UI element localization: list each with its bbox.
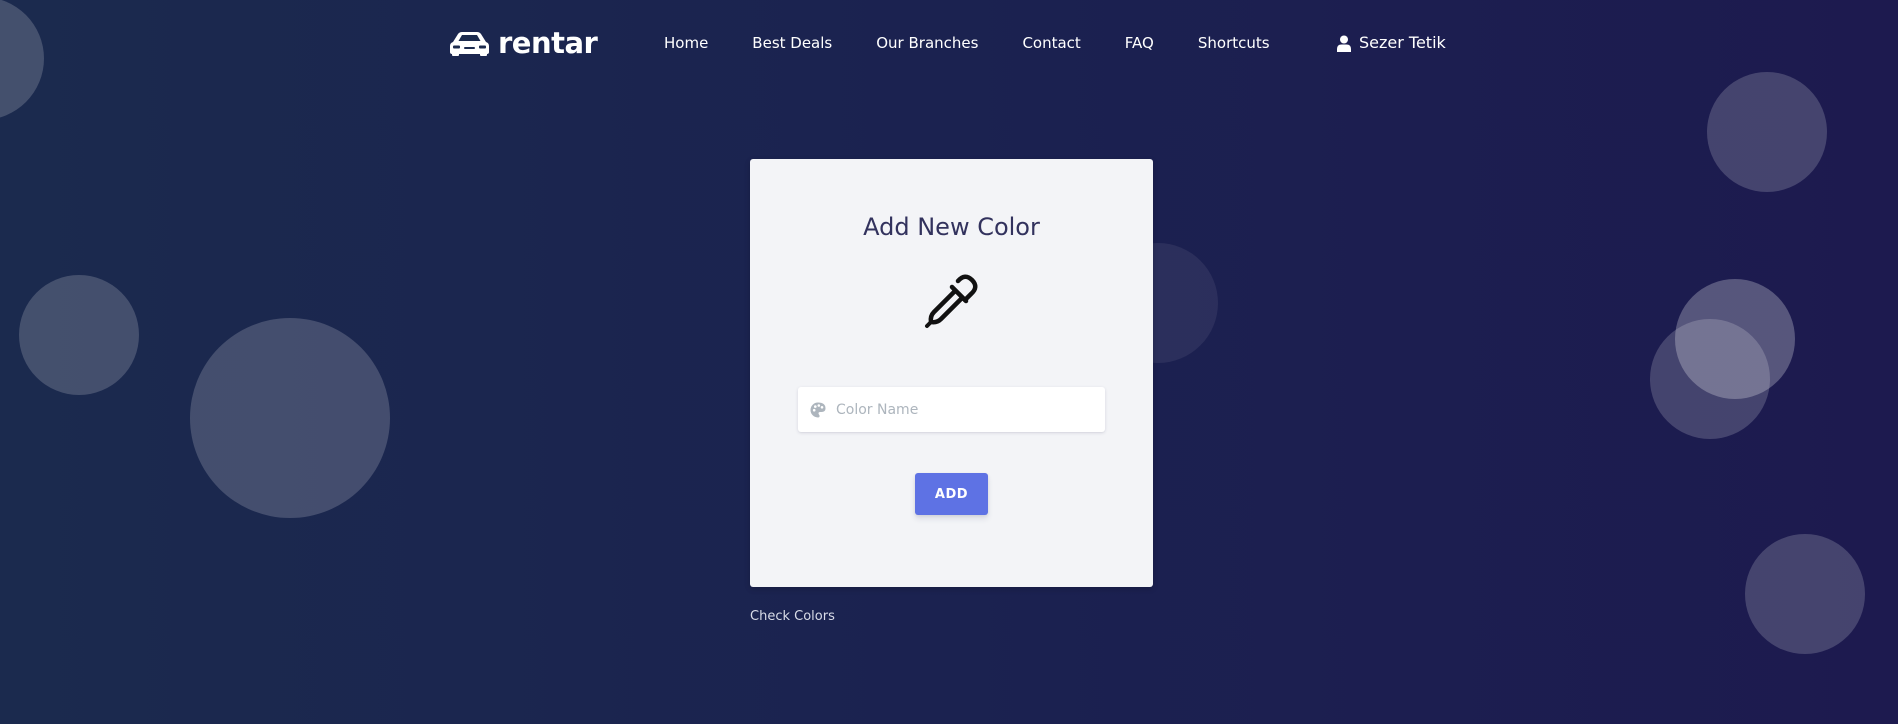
nav-best-deals[interactable]: Best Deals	[752, 32, 832, 54]
card-title: Add New Color	[863, 213, 1040, 241]
background-bubble	[19, 275, 139, 395]
main-nav: Home Best Deals Our Branches Contact FAQ…	[664, 32, 1270, 54]
user-name: Sezer Tetik	[1359, 33, 1446, 52]
background-bubble	[1707, 72, 1827, 192]
color-name-input[interactable]	[836, 394, 1086, 425]
nav-shortcuts[interactable]: Shortcuts	[1198, 32, 1270, 54]
nav-home[interactable]: Home	[664, 32, 708, 54]
nav-contact[interactable]: Contact	[1022, 32, 1080, 54]
top-navbar: rentar Home Best Deals Our Branches Cont…	[0, 0, 1898, 86]
user-icon	[1337, 35, 1351, 52]
background-bubble	[1675, 279, 1795, 399]
user-menu[interactable]: Sezer Tetik	[1337, 31, 1446, 55]
add-color-button[interactable]: ADD	[915, 473, 988, 515]
brand-name: rentar	[498, 26, 598, 60]
eyedropper-icon	[925, 274, 978, 328]
brand-logo[interactable]: rentar	[449, 26, 598, 60]
color-name-field	[798, 387, 1105, 432]
background-bubble	[1745, 534, 1865, 654]
nav-our-branches[interactable]: Our Branches	[876, 32, 978, 54]
nav-faq[interactable]: FAQ	[1125, 32, 1154, 54]
background-bubble	[190, 318, 390, 518]
check-colors-link[interactable]: Check Colors	[750, 607, 835, 627]
palette-icon	[810, 402, 826, 417]
add-color-card: Add New Color ADD	[750, 159, 1153, 587]
car-icon	[450, 32, 489, 56]
